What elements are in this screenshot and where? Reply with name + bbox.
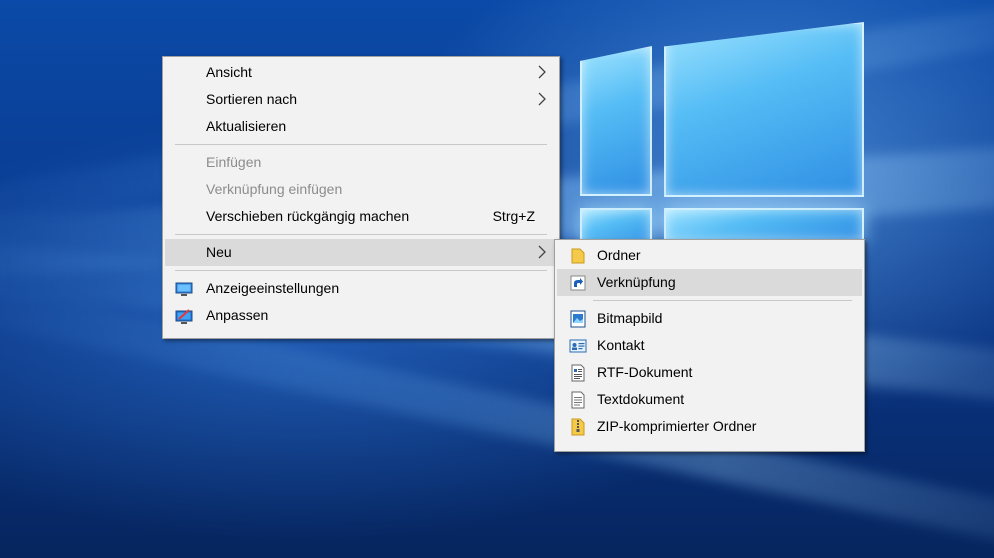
menu-separator: [593, 300, 852, 301]
menu-item-personalize[interactable]: Anpassen: [165, 302, 557, 329]
personalize-icon: [175, 309, 193, 324]
menu-item-label: Verknüpfung: [597, 274, 676, 290]
menu-item-label: Anpassen: [206, 307, 269, 323]
chevron-right-icon: [538, 92, 546, 106]
shortcut-icon: [570, 275, 586, 291]
windows-logo-pane: [580, 46, 652, 196]
submenu-item-text-document[interactable]: Textdokument: [557, 386, 862, 413]
menu-item-label: Verknüpfung einfügen: [206, 181, 343, 197]
rtf-document-icon: [571, 364, 585, 382]
menu-separator: [175, 144, 547, 145]
menu-item-display-settings[interactable]: Anzeigeeinstellungen: [165, 275, 557, 302]
folder-icon: [571, 248, 585, 264]
menu-item-paste: Einfügen: [165, 149, 557, 176]
menu-item-label: Einfügen: [206, 154, 262, 170]
windows-logo-pane: [664, 22, 864, 197]
display-settings-icon: [175, 282, 193, 296]
menu-item-label: Textdokument: [597, 391, 685, 407]
menu-item-paste-shortcut: Verknüpfung einfügen: [165, 176, 557, 203]
submenu-item-zip-folder[interactable]: ZIP-komprimierter Ordner: [557, 413, 862, 440]
menu-item-label: Anzeigeeinstellungen: [206, 280, 340, 296]
menu-item-label: Ordner: [597, 247, 641, 263]
menu-item-label: Aktualisieren: [206, 118, 287, 134]
menu-item-undo-move[interactable]: Verschieben rückgängig machen Strg+Z: [165, 203, 557, 230]
menu-item-label: Bitmapbild: [597, 310, 663, 326]
submenu-item-shortcut[interactable]: Verknüpfung: [557, 269, 862, 296]
menu-item-label: ZIP-komprimierter Ordner: [597, 418, 757, 434]
new-submenu: Ordner Verknüpfung Bitmapbild Kontakt RT…: [554, 239, 865, 452]
desktop-context-menu: Ansicht Sortieren nach Aktualisieren Ein…: [162, 56, 560, 339]
submenu-item-bitmap[interactable]: Bitmapbild: [557, 305, 862, 332]
menu-item-refresh[interactable]: Aktualisieren: [165, 113, 557, 140]
menu-item-new[interactable]: Neu: [165, 239, 557, 266]
menu-item-sort-by[interactable]: Sortieren nach: [165, 86, 557, 113]
windows-logo-pane: [664, 208, 864, 242]
zip-folder-icon: [571, 418, 585, 436]
menu-item-label: Ansicht: [206, 64, 252, 80]
chevron-right-icon: [538, 65, 546, 79]
menu-item-label: Kontakt: [597, 337, 645, 353]
chevron-right-icon: [538, 245, 546, 259]
contact-icon: [569, 339, 587, 353]
menu-item-label: Sortieren nach: [206, 91, 298, 107]
submenu-item-rtf-document[interactable]: RTF-Dokument: [557, 359, 862, 386]
menu-item-label: Verschieben rückgängig machen: [206, 208, 410, 224]
menu-separator: [175, 234, 547, 235]
keyboard-shortcut: Strg+Z: [492, 208, 535, 224]
menu-item-label: RTF-Dokument: [597, 364, 693, 380]
menu-separator: [175, 270, 547, 271]
menu-item-label: Neu: [206, 244, 232, 260]
bitmap-icon: [570, 310, 586, 328]
menu-item-view[interactable]: Ansicht: [165, 59, 557, 86]
text-document-icon: [571, 391, 585, 409]
submenu-item-contact[interactable]: Kontakt: [557, 332, 862, 359]
submenu-item-folder[interactable]: Ordner: [557, 242, 862, 269]
